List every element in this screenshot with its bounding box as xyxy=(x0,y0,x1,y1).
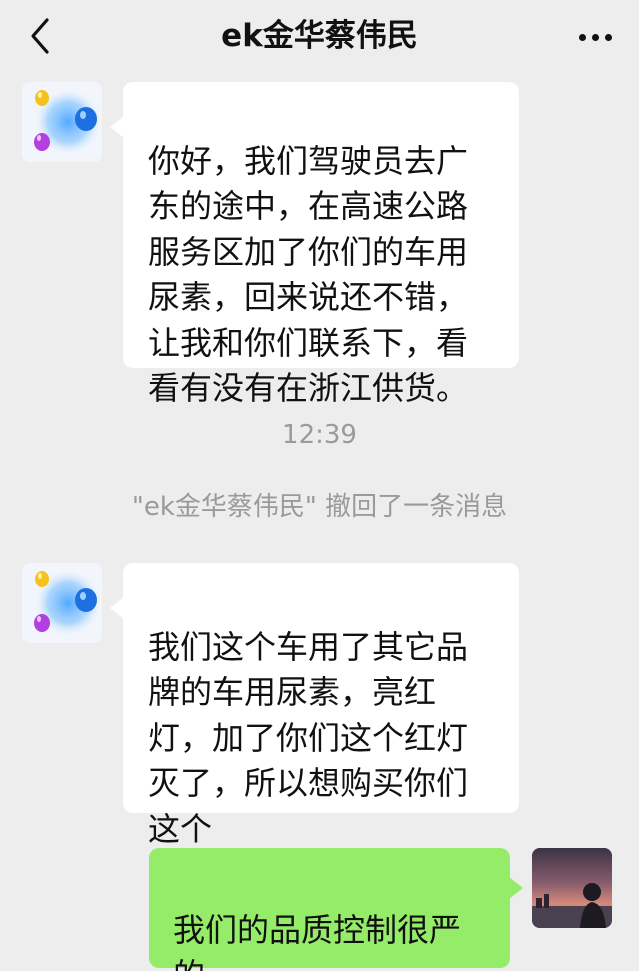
message-bubble-outgoing[interactable]: 我们的品质控制很严 的。 xyxy=(149,848,510,971)
sunset-photo-icon xyxy=(532,848,612,928)
chat-title: ek金华蔡伟民 xyxy=(221,18,418,54)
chat-screen: ek金华蔡伟民 你好，我们驾驶员去广 东的途中，在高速公路 服务区加了你们的车用… xyxy=(0,0,639,971)
contact-avatar[interactable] xyxy=(22,82,102,162)
message-timestamp: 12:39 xyxy=(282,420,357,450)
message-text: 我们的品质控制很严 的。 xyxy=(173,910,462,971)
self-avatar[interactable] xyxy=(532,848,612,928)
chat-header: ek金华蔡伟民 xyxy=(0,0,639,78)
message-bubble-incoming[interactable]: 你好，我们驾驶员去广 东的途中，在高速公路 服务区加了你们的车用 尿素，回来说还… xyxy=(123,82,519,407)
message-text: 我们这个车用了其它品 牌的车用尿素，亮红 灯，加了你们这个红灯 灭了，所以想购买… xyxy=(148,627,469,848)
balloons-icon xyxy=(22,563,102,643)
recall-notice: "ek金华蔡伟民" 撤回了一条消息 xyxy=(131,492,508,522)
bubble-tail xyxy=(110,116,124,138)
more-button[interactable] xyxy=(573,22,617,50)
bubble-tail xyxy=(509,877,523,899)
bubble-tail xyxy=(110,597,124,619)
message-text: 你好，我们驾驶员去广 东的途中，在高速公路 服务区加了你们的车用 尿素，回来说还… xyxy=(148,141,469,408)
balloons-icon xyxy=(22,82,102,162)
message-bubble-incoming[interactable]: 我们这个车用了其它品 牌的车用尿素，亮红 灯，加了你们这个红灯 灭了，所以想购买… xyxy=(123,563,519,848)
contact-avatar[interactable] xyxy=(22,563,102,643)
